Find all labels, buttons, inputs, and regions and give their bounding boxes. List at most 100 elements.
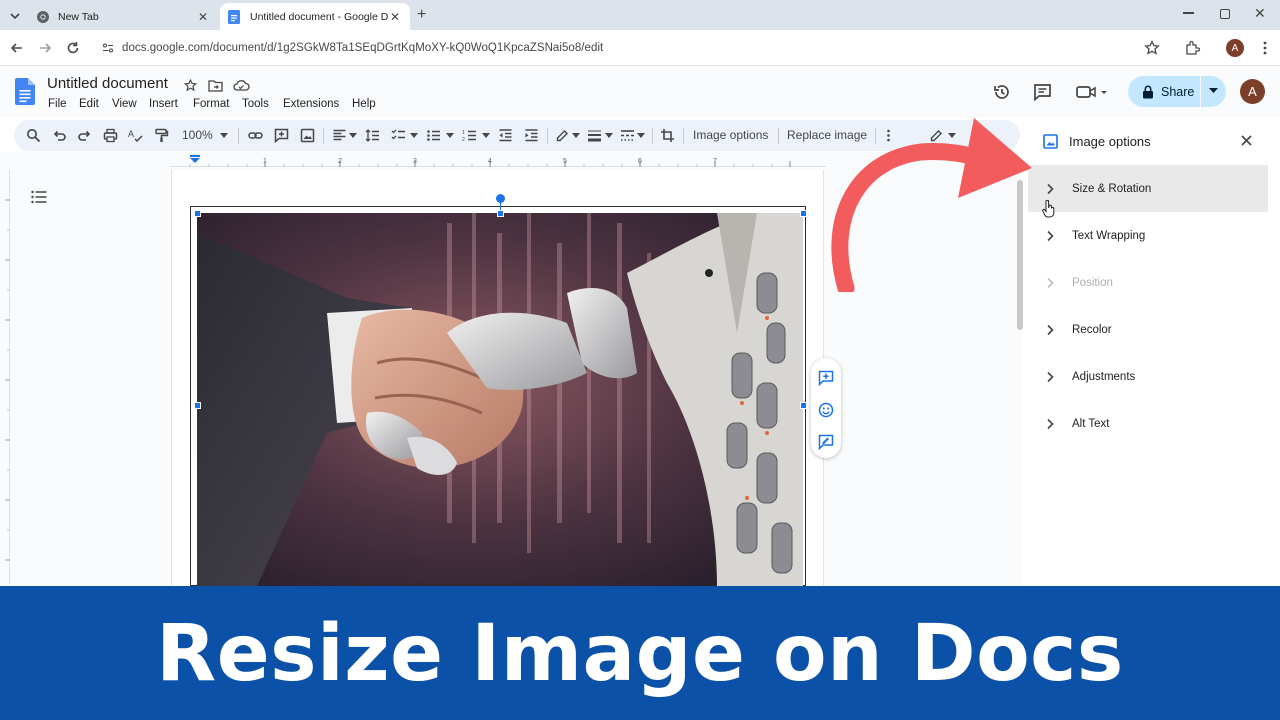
numbered-list-icon[interactable]: 12 <box>462 128 477 143</box>
image-options-button[interactable]: Image options <box>693 128 768 142</box>
insert-link-icon[interactable] <box>248 128 263 143</box>
option-label: Recolor <box>1072 323 1112 336</box>
suggest-edit-icon[interactable] <box>818 434 834 450</box>
option-position: Position <box>1028 259 1268 306</box>
chevron-right-icon <box>1047 418 1054 429</box>
line-spacing-icon[interactable] <box>365 128 380 143</box>
menu-insert[interactable]: Insert <box>149 98 178 110</box>
option-label: Size & Rotation <box>1072 182 1152 195</box>
border-color-dropdown-icon[interactable] <box>572 133 580 138</box>
align-dropdown-icon[interactable] <box>349 133 357 138</box>
checklist-dropdown-icon[interactable] <box>410 133 418 138</box>
close-tab-icon[interactable]: ✕ <box>196 10 210 24</box>
toolbar-divider <box>683 128 684 144</box>
resize-handle-top-center[interactable] <box>497 210 504 217</box>
avatar-initial: A <box>1248 84 1257 99</box>
image-options-panel: Image options Size & Rotation Text Wrapp… <box>1028 118 1280 586</box>
menu-view[interactable]: View <box>112 98 137 110</box>
star-icon[interactable] <box>183 78 198 93</box>
add-comment-icon[interactable] <box>274 128 289 143</box>
resize-handle-middle-right[interactable] <box>800 402 807 409</box>
browser-menu-icon[interactable] <box>1256 39 1274 57</box>
border-color-icon[interactable] <box>555 128 570 143</box>
menu-file[interactable]: File <box>48 98 67 110</box>
site-info-icon[interactable] <box>102 42 114 54</box>
option-adjustments[interactable]: Adjustments <box>1028 353 1268 400</box>
tab-docs[interactable]: Untitled document - Google D ✕ <box>220 3 410 30</box>
profile-avatar[interactable]: A <box>1226 39 1244 57</box>
version-history-icon[interactable] <box>992 82 1012 102</box>
resize-handle-middle-left[interactable] <box>194 402 201 409</box>
undo-icon[interactable] <box>52 128 67 143</box>
back-icon[interactable] <box>8 39 26 57</box>
spellcheck-icon[interactable]: A <box>128 128 143 143</box>
zoom-dropdown-icon[interactable] <box>220 133 228 138</box>
insert-image-icon[interactable] <box>300 128 315 143</box>
extensions-icon[interactable] <box>1183 39 1201 57</box>
bookmark-star-icon[interactable] <box>1143 39 1161 57</box>
resize-handle-top-left[interactable] <box>194 210 201 217</box>
add-comment-icon[interactable] <box>818 370 834 386</box>
menu-edit[interactable]: Edit <box>79 98 99 110</box>
new-tab-icon[interactable]: + <box>417 6 426 24</box>
option-recolor[interactable]: Recolor <box>1028 306 1268 353</box>
border-dash-icon[interactable] <box>620 128 635 143</box>
share-button[interactable]: Share <box>1128 76 1226 107</box>
rotate-handle[interactable] <box>496 194 505 203</box>
zoom-select[interactable]: 100% <box>182 128 213 142</box>
option-label: Alt Text <box>1072 417 1110 430</box>
cloud-status-icon[interactable] <box>233 78 250 93</box>
toolbar-divider <box>652 128 653 144</box>
close-window-icon[interactable]: ✕ <box>1254 5 1266 22</box>
align-left-icon[interactable] <box>332 128 347 143</box>
share-dropdown-icon[interactable] <box>1209 88 1218 94</box>
forward-icon[interactable] <box>36 39 54 57</box>
horizontal-ruler[interactable]: 1 2 3 4 5 6 7 <box>170 155 826 167</box>
numbered-list-dropdown-icon[interactable] <box>482 133 490 138</box>
tab-new-tab[interactable]: New Tab ✕ <box>28 3 218 30</box>
document-title[interactable]: Untitled document <box>47 75 168 92</box>
reload-icon[interactable] <box>64 39 82 57</box>
emoji-reaction-icon[interactable] <box>818 402 834 418</box>
redo-icon[interactable] <box>77 128 92 143</box>
restore-icon[interactable] <box>1220 9 1230 19</box>
tab-search-icon[interactable] <box>8 9 22 23</box>
menu-help[interactable]: Help <box>352 98 376 110</box>
border-weight-dropdown-icon[interactable] <box>605 133 613 138</box>
bulleted-list-icon[interactable] <box>426 128 441 143</box>
decrease-indent-icon[interactable] <box>498 128 513 143</box>
border-weight-icon[interactable] <box>587 128 602 143</box>
handshake-image[interactable] <box>197 213 803 586</box>
comments-icon[interactable] <box>1033 83 1052 101</box>
tab-title: New Tab <box>58 10 99 23</box>
crop-icon[interactable] <box>660 128 675 143</box>
minimize-icon[interactable] <box>1183 12 1194 14</box>
menu-extensions[interactable]: Extensions <box>283 98 339 110</box>
option-text-wrapping[interactable]: Text Wrapping <box>1028 212 1268 259</box>
chevron-right-icon <box>1047 277 1054 288</box>
account-avatar[interactable]: A <box>1240 79 1265 104</box>
menu-format[interactable]: Format <box>193 98 229 110</box>
address-bar: docs.google.com/document/d/1g2SGkW8Ta1SE… <box>0 30 1280 66</box>
document-outline-icon[interactable] <box>31 190 47 204</box>
bulleted-list-dropdown-icon[interactable] <box>446 133 454 138</box>
border-dash-dropdown-icon[interactable] <box>637 133 645 138</box>
move-folder-icon[interactable] <box>208 78 223 93</box>
option-size-rotation[interactable]: Size & Rotation <box>1028 165 1268 212</box>
share-dropdown-divider <box>1200 76 1201 107</box>
search-icon[interactable] <box>26 128 41 143</box>
print-icon[interactable] <box>103 128 118 143</box>
close-panel-icon[interactable] <box>1241 135 1252 146</box>
docs-logo-icon[interactable] <box>15 78 35 105</box>
toolbar-divider <box>323 128 324 144</box>
checklist-icon[interactable] <box>391 128 406 143</box>
meet-video-icon[interactable] <box>1076 84 1108 100</box>
increase-indent-icon[interactable] <box>524 128 539 143</box>
omnibox[interactable]: docs.google.com/document/d/1g2SGkW8Ta1SE… <box>92 34 1172 62</box>
option-alt-text[interactable]: Alt Text <box>1028 400 1268 447</box>
close-tab-icon[interactable]: ✕ <box>388 10 402 24</box>
browser-tab-bar: New Tab ✕ Untitled document - Google D ✕… <box>0 0 1280 30</box>
paint-format-icon[interactable] <box>154 128 169 143</box>
resize-handle-top-right[interactable] <box>800 210 807 217</box>
menu-tools[interactable]: Tools <box>242 98 269 110</box>
